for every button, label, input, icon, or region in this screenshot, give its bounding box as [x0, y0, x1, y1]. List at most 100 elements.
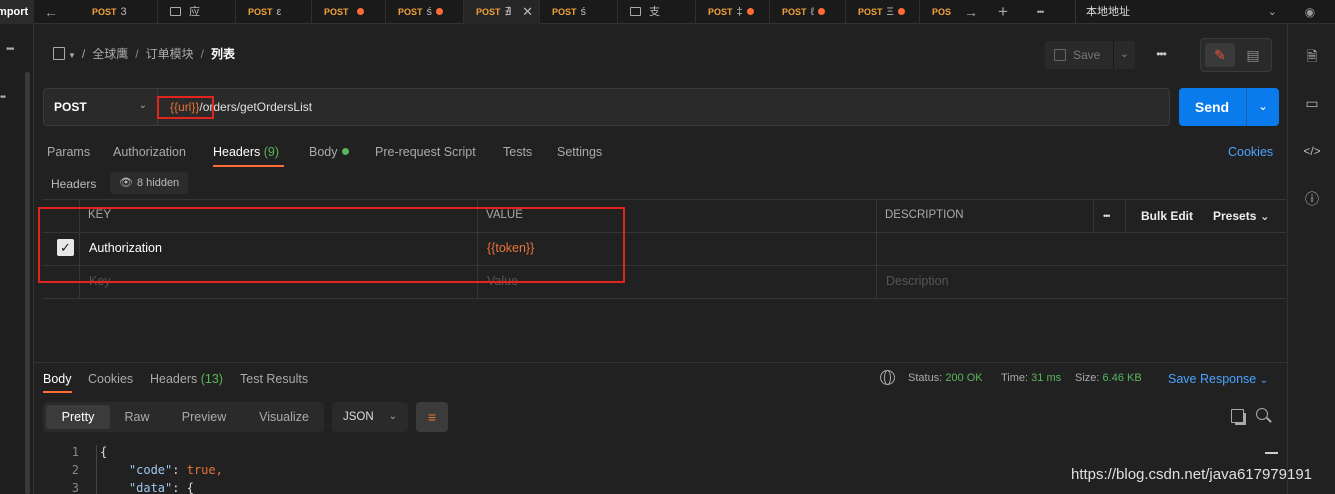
environment-selector[interactable]: 本地地址 ⌄ [1075, 0, 1285, 24]
breadcrumb-item[interactable]: 订单模块 [146, 47, 194, 61]
line-number: 2 [71, 463, 79, 477]
chevron-down-icon[interactable]: ▼ [68, 51, 76, 60]
view-visualize[interactable]: Visualize [247, 405, 321, 429]
search-icon[interactable] [1256, 408, 1268, 420]
tab-name: ś [580, 6, 587, 18]
pane-divider[interactable] [34, 362, 1287, 363]
tab-scroll-back-icon[interactable]: ← [38, 0, 64, 24]
environment-quick-look-icon[interactable]: ◉ [1297, 0, 1323, 24]
sidebar-scrollbar[interactable] [25, 72, 30, 494]
comment-mode-icon[interactable]: ▤ [1238, 43, 1268, 67]
request-tab[interactable]: POST ś [386, 0, 464, 24]
sidebar-more-icon[interactable]: •• [0, 92, 6, 103]
code-line: "data": { [100, 481, 194, 494]
tab-options-icon[interactable]: ••• [1024, 0, 1056, 24]
comments-icon[interactable]: ▭ [1288, 91, 1335, 115]
response-tab-headers-label: Headers [150, 372, 198, 386]
response-tab-headers[interactable]: Headers (13) [150, 371, 223, 387]
save-options-chevron-icon[interactable]: ⌄ [1113, 41, 1135, 69]
request-tab[interactable]: POST [312, 0, 386, 24]
watermark: https://blog.csdn.net/java617979191 [1071, 466, 1313, 483]
tab-params[interactable]: Params [47, 143, 90, 161]
method-label: POST [858, 7, 883, 17]
folder-icon [170, 7, 181, 16]
globe-icon[interactable] [880, 370, 895, 385]
send-options-chevron-icon[interactable]: ⌄ [1246, 88, 1279, 126]
column-divider[interactable] [876, 199, 877, 299]
save-response-dropdown[interactable]: Save Response ⌄ [1168, 371, 1268, 387]
request-name[interactable]: 列表 [211, 47, 235, 61]
method-label: POST [476, 7, 501, 17]
view-preview[interactable]: Preview [171, 405, 237, 429]
http-method-select[interactable]: POST ⌄ [43, 88, 158, 126]
tab-headers[interactable]: Headers (9) [213, 143, 279, 161]
time-value: 31 ms [1031, 372, 1062, 384]
column-divider [1125, 199, 1126, 232]
request-tab[interactable]: POS [920, 0, 956, 24]
more-actions-icon[interactable]: ••• [1150, 44, 1172, 64]
active-tab-underline [213, 165, 284, 167]
format-value: JSON [343, 411, 374, 423]
copy-icon[interactable] [1231, 409, 1244, 423]
save-button[interactable]: Save ⌄ [1045, 41, 1135, 69]
presets-dropdown[interactable]: Presets ⌄ [1213, 209, 1270, 223]
tab-settings[interactable]: Settings [557, 143, 602, 161]
info-icon[interactable]: ⓘ [1288, 187, 1335, 211]
cookies-link[interactable]: Cookies [1228, 143, 1273, 161]
tab-tests[interactable]: Tests [503, 143, 532, 161]
view-raw[interactable]: Raw [113, 405, 161, 429]
method-label: POST [92, 7, 117, 17]
breadcrumb-item[interactable]: 全球鹰 [92, 47, 128, 61]
response-format-select[interactable]: JSON ⌄ [332, 402, 408, 432]
method-label: POST [248, 7, 273, 17]
url-input[interactable]: {{url}}/orders/getOrdersList [158, 88, 1170, 126]
tab-body[interactable]: Body [309, 143, 349, 161]
request-tab[interactable]: POST ℓ [770, 0, 846, 24]
tab-authorization[interactable]: Authorization [113, 143, 186, 161]
import-button[interactable]: Import [0, 0, 34, 24]
request-tab[interactable]: POST 3 [80, 0, 158, 24]
annotation-box [38, 207, 625, 283]
documentation-icon[interactable]: 🗎 [1288, 44, 1335, 68]
tab-body-label: Body [309, 145, 338, 159]
presets-label: Presets [1213, 209, 1257, 223]
bulk-edit-button[interactable]: Bulk Edit [1141, 209, 1193, 223]
eye-icon: 👁 [119, 177, 133, 189]
folder-tab[interactable]: 应 [158, 0, 236, 24]
tab-prerequest-script[interactable]: Pre-request Script [375, 143, 476, 161]
method-label: POST [708, 7, 733, 17]
send-button[interactable]: Send ⌄ [1179, 88, 1279, 126]
tab-scroll-forward-icon[interactable]: → [958, 0, 984, 24]
unsaved-dot-icon [746, 8, 754, 15]
json-key: "code" [128, 463, 173, 477]
folder-tab[interactable]: 支 [618, 0, 696, 24]
request-tab[interactable]: POST ‡ [696, 0, 770, 24]
line-number: 1 [71, 445, 79, 459]
view-pretty[interactable]: Pretty [46, 405, 110, 429]
chevron-down-icon: ⌄ [1259, 375, 1269, 386]
edit-pencil-icon[interactable]: ✎ [1205, 43, 1235, 67]
save-response-label: Save Response [1168, 372, 1257, 386]
annotation-box [157, 96, 214, 119]
save-label: Save [1073, 48, 1101, 62]
code-snippet-icon[interactable]: </> [1288, 139, 1335, 163]
editor-collapse-icon[interactable] [1265, 452, 1278, 454]
request-tab-active[interactable]: POST ∄ ✕ [464, 0, 540, 24]
folder-icon [630, 7, 641, 16]
response-tab-body[interactable]: Body [43, 371, 72, 387]
table-options-icon[interactable]: ••• [1103, 211, 1111, 225]
new-description-input[interactable]: Description [886, 274, 949, 290]
tab-name: ℓ [810, 6, 815, 18]
response-tab-cookies[interactable]: Cookies [88, 371, 133, 387]
request-tab[interactable]: POST ε [236, 0, 312, 24]
response-tab-test-results[interactable]: Test Results [240, 371, 308, 387]
hidden-headers-toggle[interactable]: 👁 8 hidden [110, 172, 189, 194]
request-tab[interactable]: POST Ξ [846, 0, 920, 24]
sidebar-more-icon[interactable]: ••• [6, 44, 14, 55]
close-tab-icon[interactable]: ✕ [522, 0, 533, 22]
new-tab-icon[interactable]: + [990, 0, 1016, 24]
wrap-lines-icon[interactable]: ≡ [416, 402, 448, 432]
request-tab-bar: Import ← POST3 应 POSTε POST POSTś POST∄ … [0, 0, 1335, 24]
request-tab[interactable]: POST ś [540, 0, 618, 24]
